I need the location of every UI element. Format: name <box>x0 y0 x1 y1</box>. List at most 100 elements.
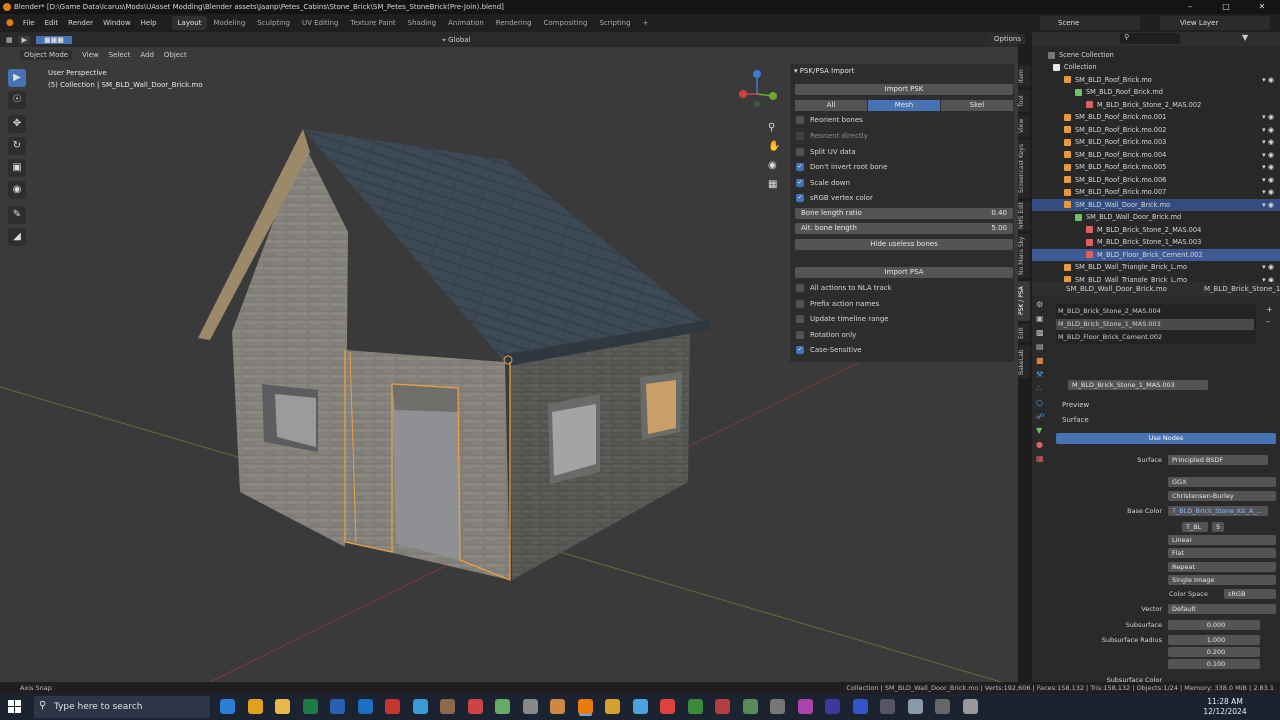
reorient-directly-checkbox[interactable]: Reorient directly <box>796 132 868 140</box>
annotate-tool[interactable]: ✎ <box>8 206 26 224</box>
grid-view-icon[interactable]: ▦ <box>768 179 777 190</box>
mode-all[interactable]: All <box>795 100 867 111</box>
hide-useless-bones-button[interactable]: Hide useless bones <box>795 239 1013 250</box>
surface-shader-field[interactable]: Principled BSDF <box>1168 455 1268 465</box>
app-icon-15[interactable] <box>852 699 868 714</box>
alt-bone-length-field[interactable]: Alt. bone length 5.00 <box>795 223 1013 234</box>
dont-invert-root-checkbox[interactable]: ✓ Don't invert root bone <box>796 163 887 171</box>
material-datablock[interactable]: M_BLD_Brick_Stone_1_MAS.003 <box>1068 380 1208 390</box>
tab-uv-editing[interactable]: UV Editing <box>296 16 345 30</box>
bone-length-ratio-field[interactable]: Bone length ratio 0.40 <box>795 208 1013 219</box>
tab-bakelab[interactable]: BakeLab <box>1018 345 1030 379</box>
app-icon-7[interactable] <box>632 699 648 714</box>
outliner-row[interactable]: SM_BLD_Roof_Brick.mo.005 ▾ ◉ <box>1032 161 1280 174</box>
import-psk-button[interactable]: Import PSK <box>795 84 1013 95</box>
preview-section[interactable]: Preview <box>1062 401 1089 409</box>
select-tool[interactable]: ▶ <box>8 69 26 87</box>
distribution-dropdown[interactable]: GGX <box>1168 477 1276 487</box>
menu-render[interactable]: Render <box>68 19 93 27</box>
blender-taskbar-icon[interactable] <box>577 699 593 714</box>
notes-icon[interactable] <box>412 699 428 714</box>
modifier-icon[interactable]: ⚒ <box>1036 370 1050 384</box>
tab-compositing[interactable]: Compositing <box>538 16 594 30</box>
visibility-eye-icon[interactable]: ▾ ◉ <box>1262 151 1274 159</box>
image-users-count[interactable]: 5 <box>1212 522 1224 532</box>
menu-edit[interactable]: Edit <box>45 19 59 27</box>
object-mode-dropdown[interactable]: Object Mode <box>20 49 73 60</box>
app-icon-3[interactable] <box>495 699 510 714</box>
visibility-eye-icon[interactable]: ▾ ◉ <box>1262 163 1274 171</box>
interpolation-dropdown[interactable]: Linear <box>1168 535 1276 545</box>
app-icon-9[interactable] <box>687 699 703 714</box>
outliner-row[interactable]: SM_BLD_Roof_Brick.mo.001 ▾ ◉ <box>1032 111 1280 124</box>
view-layer-icon[interactable]: ▤ <box>1036 342 1050 356</box>
base-color-texture-field[interactable]: T_BLD_Brick_Stone_Kit_A_... <box>1168 506 1268 516</box>
tab-sculpting[interactable]: Sculpting <box>251 16 296 30</box>
outliner-scene-collection[interactable]: Scene Collection <box>1032 49 1280 62</box>
file-explorer-icon[interactable] <box>220 699 235 714</box>
excel-icon[interactable] <box>302 699 318 714</box>
use-nodes-button[interactable]: Use Nodes <box>1056 433 1276 444</box>
particles-icon[interactable]: ∴ <box>1036 384 1050 398</box>
material-context[interactable]: M_BLD_Brick_Stone_1_M <box>1204 285 1280 293</box>
render-props-icon[interactable]: ▣ <box>1036 314 1050 328</box>
tab-texture-paint[interactable]: Texture Paint <box>345 16 402 30</box>
tab-modeling[interactable]: Modeling <box>207 16 251 30</box>
slot-add-remove[interactable]: + – <box>1266 304 1273 328</box>
source-dropdown[interactable]: Single Image <box>1168 575 1276 585</box>
measure-tool[interactable]: ◢ <box>8 228 26 246</box>
sss-radius-z[interactable]: 0.100 <box>1168 659 1260 669</box>
texture-props-icon[interactable]: ▦ <box>1036 454 1050 468</box>
material-slot-3[interactable]: M_BLD_Floor_Brick_Cement.002 <box>1058 333 1162 341</box>
surface-section[interactable]: Surface <box>1062 416 1089 424</box>
view-menu[interactable]: View <box>82 51 99 59</box>
view-layer-selector[interactable]: View Layer <box>1160 16 1270 30</box>
outliner-search-input[interactable]: ⚲ <box>1120 33 1180 44</box>
subsurface-method-dropdown[interactable]: Christensen-Burley <box>1168 491 1276 501</box>
update-timeline-checkbox[interactable]: Update timeline range <box>796 315 889 323</box>
editor-type-icon[interactable]: ▦ <box>6 36 13 44</box>
reorient-bones-checkbox[interactable]: Reorient bones <box>796 116 863 124</box>
sss-radius-y[interactable]: 0.200 <box>1168 647 1260 657</box>
output-props-icon[interactable]: ▩ <box>1036 328 1050 342</box>
rotation-only-checkbox[interactable]: Rotation only <box>796 331 856 339</box>
app-icon-6[interactable] <box>605 699 620 714</box>
app-icon-13[interactable] <box>797 699 813 714</box>
tab-no-mans-sky[interactable]: No Mans Sky <box>1018 234 1030 278</box>
visibility-eye-icon[interactable]: ▾ ◉ <box>1262 113 1274 121</box>
visibility-eye-icon[interactable]: ▾ ◉ <box>1262 76 1274 84</box>
visibility-eye-icon[interactable]: ▾ ◉ <box>1262 188 1274 196</box>
split-uv-checkbox[interactable]: Split UV data <box>796 148 856 156</box>
add-workspace-icon[interactable]: + <box>637 16 655 30</box>
constraints-icon[interactable]: ☍ <box>1036 412 1050 426</box>
outliner-row[interactable]: SM_BLD_Wall_Door_Brick.md <box>1032 211 1280 224</box>
taskbar-search-input[interactable]: ⚲ Type here to search <box>34 696 210 718</box>
mode-mesh[interactable]: Mesh <box>868 100 940 111</box>
tab-tool[interactable]: Tool <box>1018 90 1030 112</box>
cursor-tool[interactable]: ☉ <box>8 91 26 109</box>
app-icon-16[interactable] <box>880 699 895 714</box>
app-icon-10[interactable] <box>715 699 730 714</box>
visibility-eye-icon[interactable]: ▾ ◉ <box>1262 201 1274 209</box>
mode-skel[interactable]: Skel <box>941 100 1013 111</box>
app-icon-8[interactable] <box>660 699 675 714</box>
visibility-eye-icon[interactable]: ▾ ◉ <box>1262 126 1274 134</box>
physics-icon[interactable]: ○ <box>1036 398 1050 412</box>
image-name-field[interactable]: T_BL <box>1182 522 1208 532</box>
material-slot-2[interactable]: M_BLD_Brick_Stone_1_MAS.003 <box>1056 319 1254 330</box>
tab-view[interactable]: View <box>1018 115 1030 137</box>
windows-start-icon[interactable] <box>8 700 22 714</box>
outliner-row[interactable]: SM_BLD_Roof_Brick.mo ▾ ◉ <box>1032 74 1280 87</box>
app-icon-1[interactable] <box>440 699 455 714</box>
nla-track-checkbox[interactable]: All actions to NLA track <box>796 284 892 292</box>
transform-orientation[interactable]: ⌖ Global <box>442 34 471 46</box>
taskbar-clock[interactable]: 11:28 AM 12/12/2024 <box>1200 697 1250 717</box>
mesh-data-icon[interactable]: ▼ <box>1036 426 1050 440</box>
srgb-vertex-color-checkbox[interactable]: ✓ sRGB vertex color <box>796 194 873 202</box>
scale-down-checkbox[interactable]: ✓ Scale down <box>796 179 850 187</box>
outliner-row[interactable]: M_BLD_Brick_Stone_2_MAS.004 <box>1032 224 1280 237</box>
visibility-eye-icon[interactable]: ▾ ◉ <box>1262 263 1274 271</box>
tab-scripting[interactable]: Scripting <box>593 16 636 30</box>
tab-item[interactable]: Item <box>1018 65 1030 87</box>
outliner-row[interactable]: SM_BLD_Roof_Brick.mo.002 ▾ ◉ <box>1032 124 1280 137</box>
